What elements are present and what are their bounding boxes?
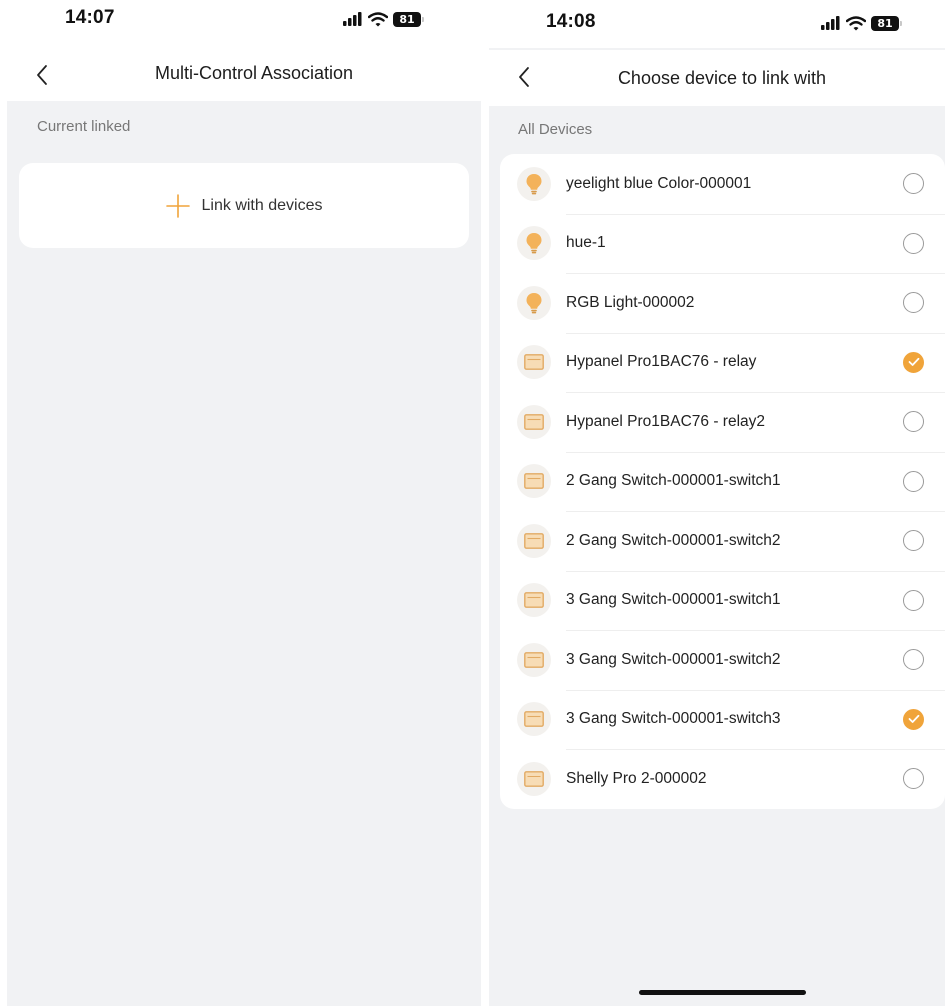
device-checkbox[interactable] bbox=[903, 649, 924, 671]
device-name: 2 Gang Switch-000001-switch1 bbox=[566, 472, 781, 490]
multi-control-association-screen: 14:07 81 Multi-Control Association Curre… bbox=[7, 0, 481, 1006]
device-name: Hypanel Pro1BAC76 - relay2 bbox=[566, 412, 766, 430]
device-icon bbox=[517, 345, 551, 380]
device-list: yeelight blue Color-000001 hue-1 RGB Light… bbox=[500, 154, 945, 809]
device-icon bbox=[517, 761, 551, 796]
device-checkbox[interactable] bbox=[903, 292, 924, 314]
nav-bar: Choose device to link with bbox=[489, 50, 945, 106]
device-name: 3 Gang Switch-000001-switch1 bbox=[566, 591, 781, 609]
bulb-icon bbox=[526, 292, 542, 314]
device-row[interactable]: yeelight blue Color-000001 bbox=[500, 154, 945, 214]
switch-panel-icon bbox=[524, 651, 544, 668]
device-name: 2 Gang Switch-000001-switch2 bbox=[566, 531, 781, 549]
device-checkbox[interactable] bbox=[903, 470, 924, 492]
wifi-icon bbox=[846, 15, 866, 30]
signal-icon bbox=[821, 16, 840, 30]
switch-panel-icon bbox=[524, 711, 544, 728]
device-icon bbox=[517, 404, 551, 439]
device-checkbox[interactable] bbox=[903, 173, 924, 195]
link-with-devices-label: Link with devices bbox=[201, 196, 323, 214]
device-checkbox-checked[interactable] bbox=[903, 708, 924, 730]
device-icon bbox=[517, 464, 551, 499]
device-name: 3 Gang Switch-000001-switch3 bbox=[566, 710, 781, 728]
bulb-icon bbox=[526, 233, 542, 254]
checkmark-icon bbox=[908, 715, 919, 724]
device-name: Shelly Pro 2-000002 bbox=[566, 769, 707, 787]
signal-icon bbox=[343, 12, 362, 26]
link-with-devices-button[interactable]: Link with devices bbox=[19, 163, 469, 248]
plus-icon bbox=[165, 193, 190, 218]
device-name: RGB Light-000002 bbox=[566, 293, 695, 311]
device-checkbox-checked[interactable] bbox=[903, 351, 924, 373]
device-checkbox[interactable] bbox=[903, 411, 924, 433]
nav-bar: Multi-Control Association bbox=[7, 48, 481, 101]
device-icon bbox=[517, 583, 551, 618]
device-checkbox[interactable] bbox=[903, 768, 924, 790]
status-bar: 14:07 81 bbox=[7, 0, 481, 48]
switch-panel-icon bbox=[524, 473, 544, 490]
status-time: 14:08 bbox=[546, 11, 596, 32]
device-name: Hypanel Pro1BAC76 - relay bbox=[566, 353, 757, 371]
device-icon bbox=[517, 226, 551, 261]
status-icons: 81 bbox=[821, 14, 902, 32]
battery-icon: 81 bbox=[871, 15, 899, 31]
switch-panel-icon bbox=[524, 592, 544, 609]
device-row[interactable]: Shelly Pro 2-000002 bbox=[500, 749, 945, 809]
device-icon bbox=[517, 166, 551, 201]
checkmark-icon bbox=[908, 358, 919, 367]
device-row[interactable]: 3 Gang Switch-000001-switch2 bbox=[500, 630, 945, 690]
switch-panel-icon bbox=[524, 354, 544, 371]
status-time: 14:07 bbox=[65, 7, 115, 28]
section-label-all-devices: All Devices bbox=[518, 121, 593, 138]
section-label-current-linked: Current linked bbox=[37, 118, 131, 135]
device-row[interactable]: 2 Gang Switch-000001-switch2 bbox=[500, 511, 945, 571]
wifi-icon bbox=[368, 11, 388, 26]
page-title: Multi-Control Association bbox=[154, 63, 354, 83]
device-row[interactable]: 3 Gang Switch-000001-switch1 bbox=[500, 570, 945, 631]
device-checkbox[interactable] bbox=[903, 232, 924, 254]
device-row[interactable]: Hypanel Pro1BAC76 - relay bbox=[500, 332, 945, 393]
device-icon bbox=[517, 702, 551, 737]
switch-panel-icon bbox=[524, 532, 544, 549]
device-row[interactable]: 2 Gang Switch-000001-switch1 bbox=[500, 451, 945, 512]
device-name: 3 Gang Switch-000001-switch2 bbox=[566, 650, 781, 668]
device-row[interactable]: Hypanel Pro1BAC76 - relay2 bbox=[500, 392, 945, 452]
bulb-icon bbox=[526, 173, 542, 195]
device-icon bbox=[517, 523, 551, 558]
device-icon bbox=[517, 642, 551, 677]
device-row[interactable]: 3 Gang Switch-000001-switch3 bbox=[500, 689, 945, 750]
device-checkbox[interactable] bbox=[903, 530, 924, 552]
device-icon bbox=[517, 285, 551, 320]
device-checkbox[interactable] bbox=[903, 589, 924, 611]
page-title: Choose device to link with bbox=[617, 68, 827, 88]
device-name: yeelight blue Color-000001 bbox=[566, 174, 752, 192]
battery-cap bbox=[422, 16, 424, 22]
battery-icon: 81 bbox=[393, 11, 421, 27]
choose-device-screen: 14:08 81 Choose device to link with All … bbox=[489, 0, 945, 1006]
battery-cap bbox=[900, 20, 902, 26]
switch-panel-icon bbox=[524, 413, 544, 430]
status-bar: 14:08 81 bbox=[489, 0, 945, 48]
device-name: hue-1 bbox=[566, 234, 606, 252]
status-icons: 81 bbox=[343, 10, 424, 28]
device-row[interactable]: hue-1 bbox=[500, 213, 945, 274]
device-row[interactable]: RGB Light-000002 bbox=[500, 273, 945, 333]
switch-panel-icon bbox=[524, 770, 544, 787]
home-indicator bbox=[639, 990, 806, 995]
